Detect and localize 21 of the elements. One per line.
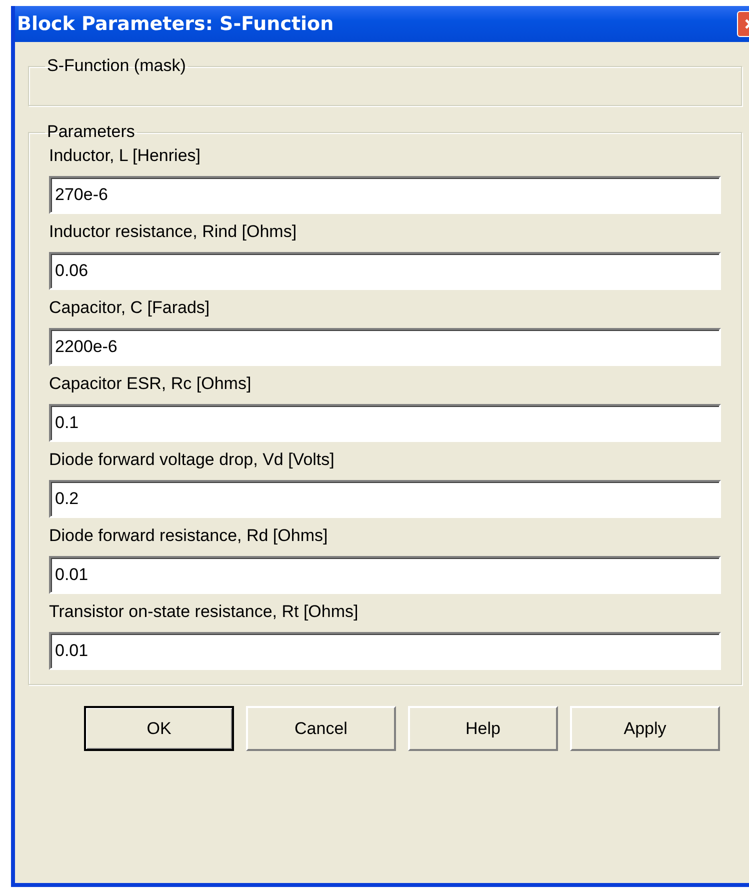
field-label: Inductor resistance, Rind [Ohms] (49, 221, 298, 243)
group-title: Parameters (46, 122, 136, 142)
input-field[interactable]: 0.06 (49, 252, 721, 290)
dialog-button[interactable]: Cancel (246, 706, 396, 751)
group-title: S-Function (mask) (46, 56, 187, 76)
input-field[interactable]: 0.01 (49, 632, 721, 670)
field-label: Capacitor ESR, Rc [Ohms] (49, 373, 252, 395)
input-field[interactable]: 0.1 (49, 404, 721, 442)
dialog-button[interactable]: Apply (570, 706, 720, 751)
input-field[interactable]: 0.2 (49, 480, 721, 518)
window-title: Block Parameters: S-Function (16, 13, 334, 35)
field-label: Transistor on-state resistance, Rt [Ohms] (49, 601, 360, 623)
field-label: Diode forward voltage drop, Vd [Volts] (49, 449, 336, 471)
field-label: Inductor, L [Henries] (49, 145, 202, 167)
field-label: Capacitor, C [Farads] (49, 297, 211, 319)
field-label: Diode forward resistance, Rd [Ohms] (49, 525, 329, 547)
dialog-button[interactable]: OK (84, 706, 234, 751)
dialog-button[interactable]: Help (408, 706, 558, 751)
input-field[interactable]: 0.01 (49, 556, 721, 594)
input-field[interactable]: 2200e-6 (49, 328, 721, 366)
input-field[interactable]: 270e-6 (49, 176, 721, 214)
